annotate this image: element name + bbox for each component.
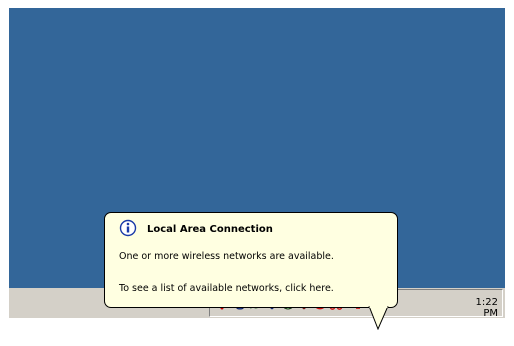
notification-balloon[interactable]: Local Area Connection One or more wirele… <box>104 212 398 308</box>
info-icon <box>119 219 137 237</box>
taskbar-clock[interactable]: 1:22 PM <box>458 297 498 319</box>
balloon-action-link[interactable]: To see a list of available networks, cli… <box>119 283 334 294</box>
balloon-title: Local Area Connection <box>147 224 273 235</box>
balloon-tail <box>368 306 389 330</box>
balloon-message: One or more wireless networks are availa… <box>119 251 334 262</box>
